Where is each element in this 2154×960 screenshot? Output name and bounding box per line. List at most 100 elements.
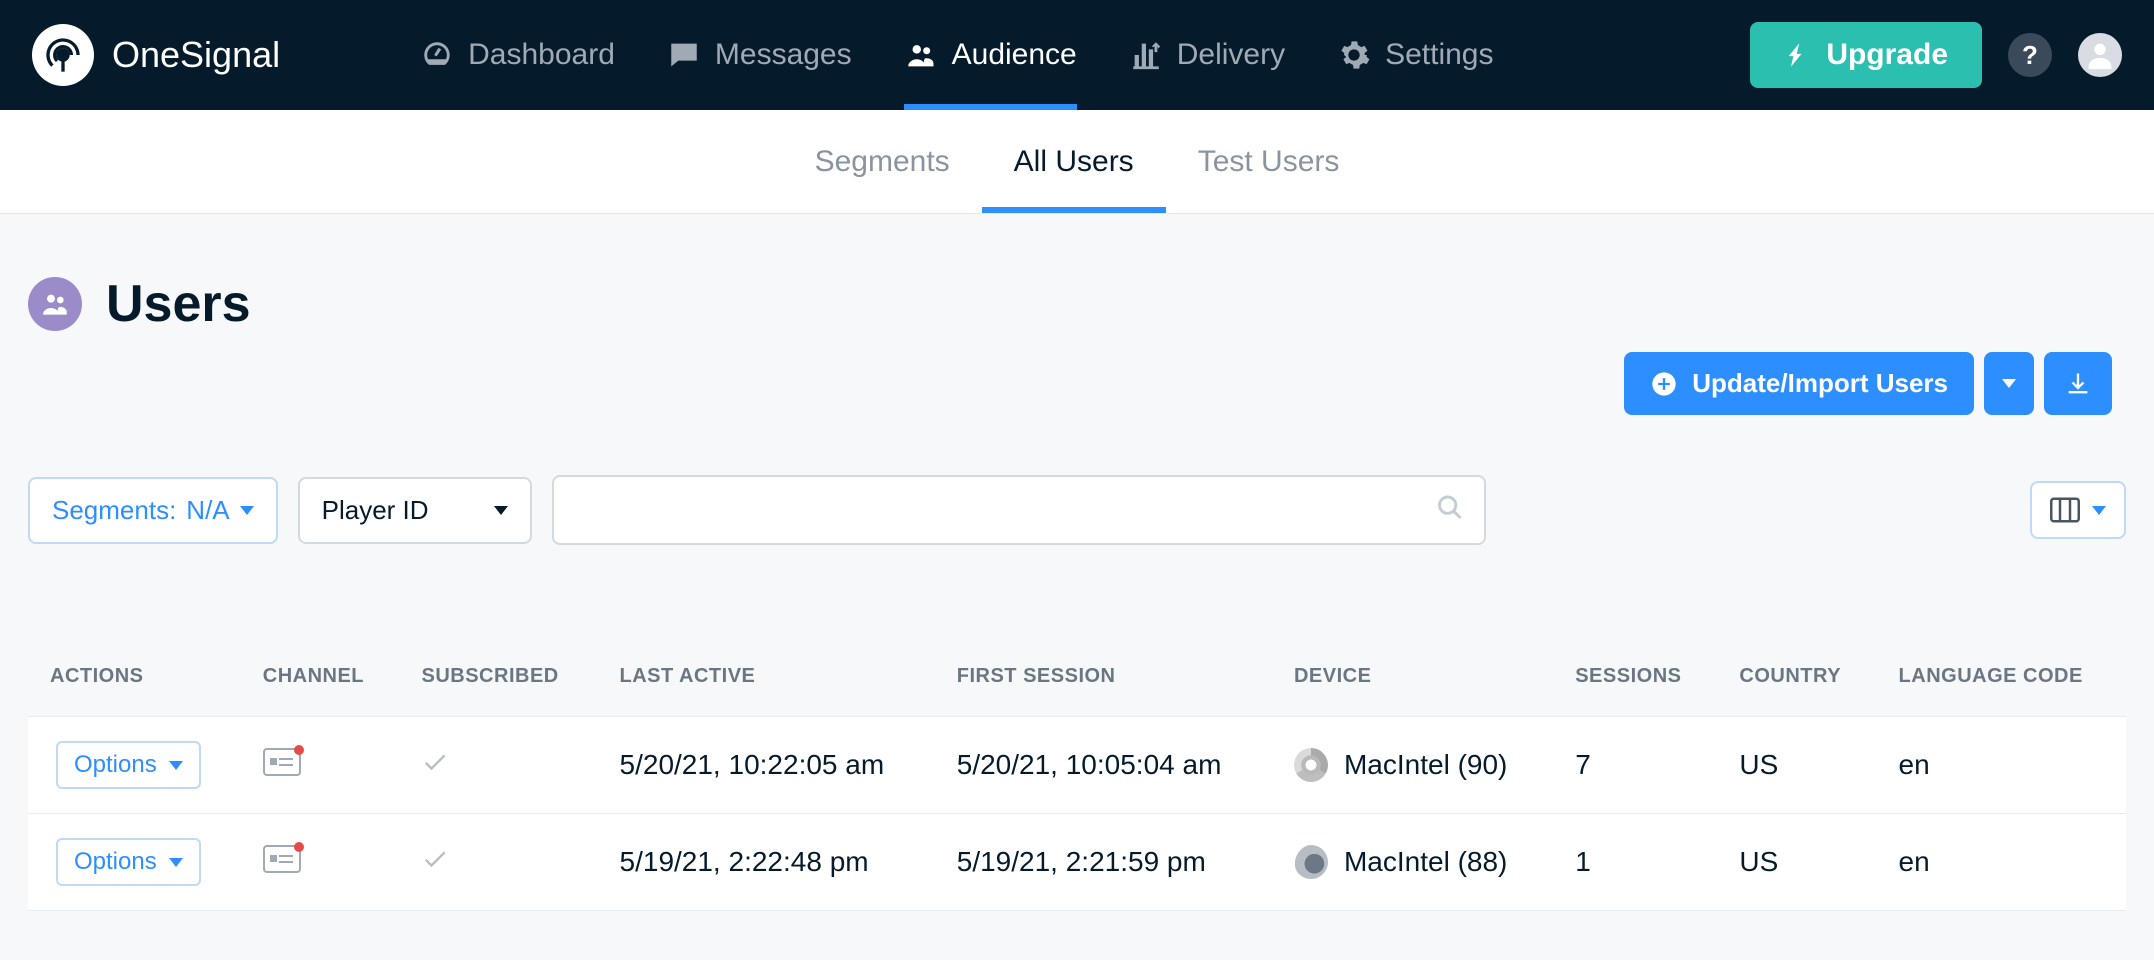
update-import-users-button[interactable]: Update/Import Users bbox=[1624, 352, 1974, 415]
update-import-label: Update/Import Users bbox=[1692, 368, 1948, 399]
settings-icon bbox=[1337, 38, 1371, 72]
page-header: Users bbox=[28, 274, 2126, 334]
columns-button[interactable] bbox=[2030, 481, 2126, 539]
cell-country: US bbox=[1717, 717, 1876, 814]
cell-last-active: 5/20/21, 10:22:05 am bbox=[598, 717, 935, 814]
download-icon bbox=[2064, 370, 2092, 398]
check-icon bbox=[421, 848, 449, 879]
caret-down-icon bbox=[2092, 506, 2106, 515]
nav-label: Dashboard bbox=[468, 38, 615, 72]
messages-icon bbox=[667, 38, 701, 72]
nav-items: Dashboard Messages Audience Delivery Set… bbox=[420, 0, 1493, 110]
page-title: Users bbox=[106, 274, 251, 334]
device-text: MacIntel (88) bbox=[1344, 846, 1507, 878]
col-sessions[interactable]: SESSIONS bbox=[1553, 645, 1717, 717]
caret-down-icon bbox=[169, 761, 183, 770]
nav-item-delivery[interactable]: Delivery bbox=[1129, 0, 1285, 110]
col-subscribed[interactable]: SUBSCRIBED bbox=[399, 645, 597, 717]
options-label: Options bbox=[74, 751, 157, 779]
col-channel[interactable]: CHANNEL bbox=[241, 645, 400, 717]
help-button[interactable]: ? bbox=[2008, 33, 2052, 77]
cell-actions: Options bbox=[28, 814, 241, 911]
help-icon: ? bbox=[2022, 40, 2038, 71]
audience-icon bbox=[904, 38, 938, 72]
search-by-value: Player ID bbox=[322, 495, 429, 526]
cell-sessions: 7 bbox=[1553, 717, 1717, 814]
segments-label-prefix: Segments: bbox=[52, 495, 176, 526]
options-label: Options bbox=[74, 848, 157, 876]
search-by-select[interactable]: Player ID bbox=[298, 477, 532, 544]
table-row: Options 5/19/21, 2:22:48 pm5/19/21, 2:21:… bbox=[28, 814, 2126, 911]
segments-filter-button[interactable]: Segments: N/A bbox=[28, 477, 278, 544]
dashboard-icon bbox=[420, 38, 454, 72]
cell-language-code: en bbox=[1877, 814, 2126, 911]
delivery-icon bbox=[1129, 38, 1163, 72]
segments-value: N/A bbox=[186, 495, 229, 526]
cell-actions: Options bbox=[28, 717, 241, 814]
nav-label: Audience bbox=[952, 38, 1077, 72]
columns-icon bbox=[2050, 497, 2080, 523]
sub-navigation: Segments All Users Test Users bbox=[0, 110, 2154, 214]
search-wrapper bbox=[552, 475, 1486, 545]
options-button[interactable]: Options bbox=[56, 838, 201, 886]
cell-last-active: 5/19/21, 2:22:48 pm bbox=[598, 814, 935, 911]
download-button[interactable] bbox=[2044, 352, 2112, 415]
nav-item-audience[interactable]: Audience bbox=[904, 0, 1077, 110]
update-import-dropdown-button[interactable] bbox=[1984, 352, 2034, 415]
search-icon bbox=[1436, 494, 1464, 527]
col-device[interactable]: DEVICE bbox=[1272, 645, 1553, 717]
web-push-channel-icon bbox=[263, 748, 301, 776]
nav-item-settings[interactable]: Settings bbox=[1337, 0, 1493, 110]
col-actions[interactable]: ACTIONS bbox=[28, 645, 241, 717]
col-first-session[interactable]: FIRST SESSION bbox=[935, 645, 1272, 717]
nav-label: Settings bbox=[1385, 38, 1493, 72]
cell-country: US bbox=[1717, 814, 1876, 911]
web-push-channel-icon bbox=[263, 845, 301, 873]
subnav-label: Segments bbox=[815, 145, 950, 179]
cell-first-session: 5/20/21, 10:05:04 am bbox=[935, 717, 1272, 814]
nav-item-messages[interactable]: Messages bbox=[667, 0, 852, 110]
avatar-button[interactable] bbox=[2078, 33, 2122, 77]
subnav-segments[interactable]: Segments bbox=[783, 110, 982, 213]
options-button[interactable]: Options bbox=[56, 741, 201, 789]
cell-channel bbox=[241, 717, 400, 814]
cell-language-code: en bbox=[1877, 717, 2126, 814]
users-table: ACTIONS CHANNEL SUBSCRIBED LAST ACTIVE F… bbox=[28, 645, 2126, 911]
brand-name: OneSignal bbox=[112, 34, 280, 76]
subnav-test-users[interactable]: Test Users bbox=[1166, 110, 1372, 213]
firefox-browser-icon bbox=[1294, 845, 1328, 879]
caret-down-icon bbox=[494, 506, 508, 515]
upgrade-button[interactable]: Upgrade bbox=[1750, 22, 1982, 88]
table-header-row: ACTIONS CHANNEL SUBSCRIBED LAST ACTIVE F… bbox=[28, 645, 2126, 717]
check-icon bbox=[421, 751, 449, 782]
plus-circle-icon bbox=[1650, 370, 1678, 398]
page-content: Users Update/Import Users Segments: N/A … bbox=[0, 214, 2154, 951]
nav-item-dashboard[interactable]: Dashboard bbox=[420, 0, 615, 110]
users-page-icon bbox=[28, 277, 82, 331]
subnav-all-users[interactable]: All Users bbox=[982, 110, 1166, 213]
nav-label: Delivery bbox=[1177, 38, 1285, 72]
col-country[interactable]: COUNTRY bbox=[1717, 645, 1876, 717]
cell-channel bbox=[241, 814, 400, 911]
cell-device: MacIntel (90) bbox=[1272, 717, 1553, 814]
filter-bar: Segments: N/A Player ID bbox=[28, 475, 2126, 545]
subnav-label: Test Users bbox=[1198, 145, 1340, 179]
brand-logo[interactable]: OneSignal bbox=[32, 24, 280, 86]
nav-right: Upgrade ? bbox=[1750, 22, 2122, 88]
search-input[interactable] bbox=[552, 475, 1486, 545]
cell-first-session: 5/19/21, 2:21:59 pm bbox=[935, 814, 1272, 911]
cell-subscribed bbox=[399, 814, 597, 911]
col-last-active[interactable]: LAST ACTIVE bbox=[598, 645, 935, 717]
table-row: Options 5/20/21, 10:22:05 am5/20/21, 10:0… bbox=[28, 717, 2126, 814]
cell-sessions: 1 bbox=[1553, 814, 1717, 911]
cell-device: MacIntel (88) bbox=[1272, 814, 1553, 911]
nav-label: Messages bbox=[715, 38, 852, 72]
col-language-code[interactable]: LANGUAGE CODE bbox=[1877, 645, 2126, 717]
cell-subscribed bbox=[399, 717, 597, 814]
device-text: MacIntel (90) bbox=[1344, 749, 1507, 781]
chrome-browser-icon bbox=[1294, 748, 1328, 782]
caret-down-icon bbox=[169, 858, 183, 867]
caret-down-icon bbox=[240, 506, 254, 515]
upgrade-label: Upgrade bbox=[1826, 38, 1948, 72]
subnav-label: All Users bbox=[1014, 145, 1134, 179]
